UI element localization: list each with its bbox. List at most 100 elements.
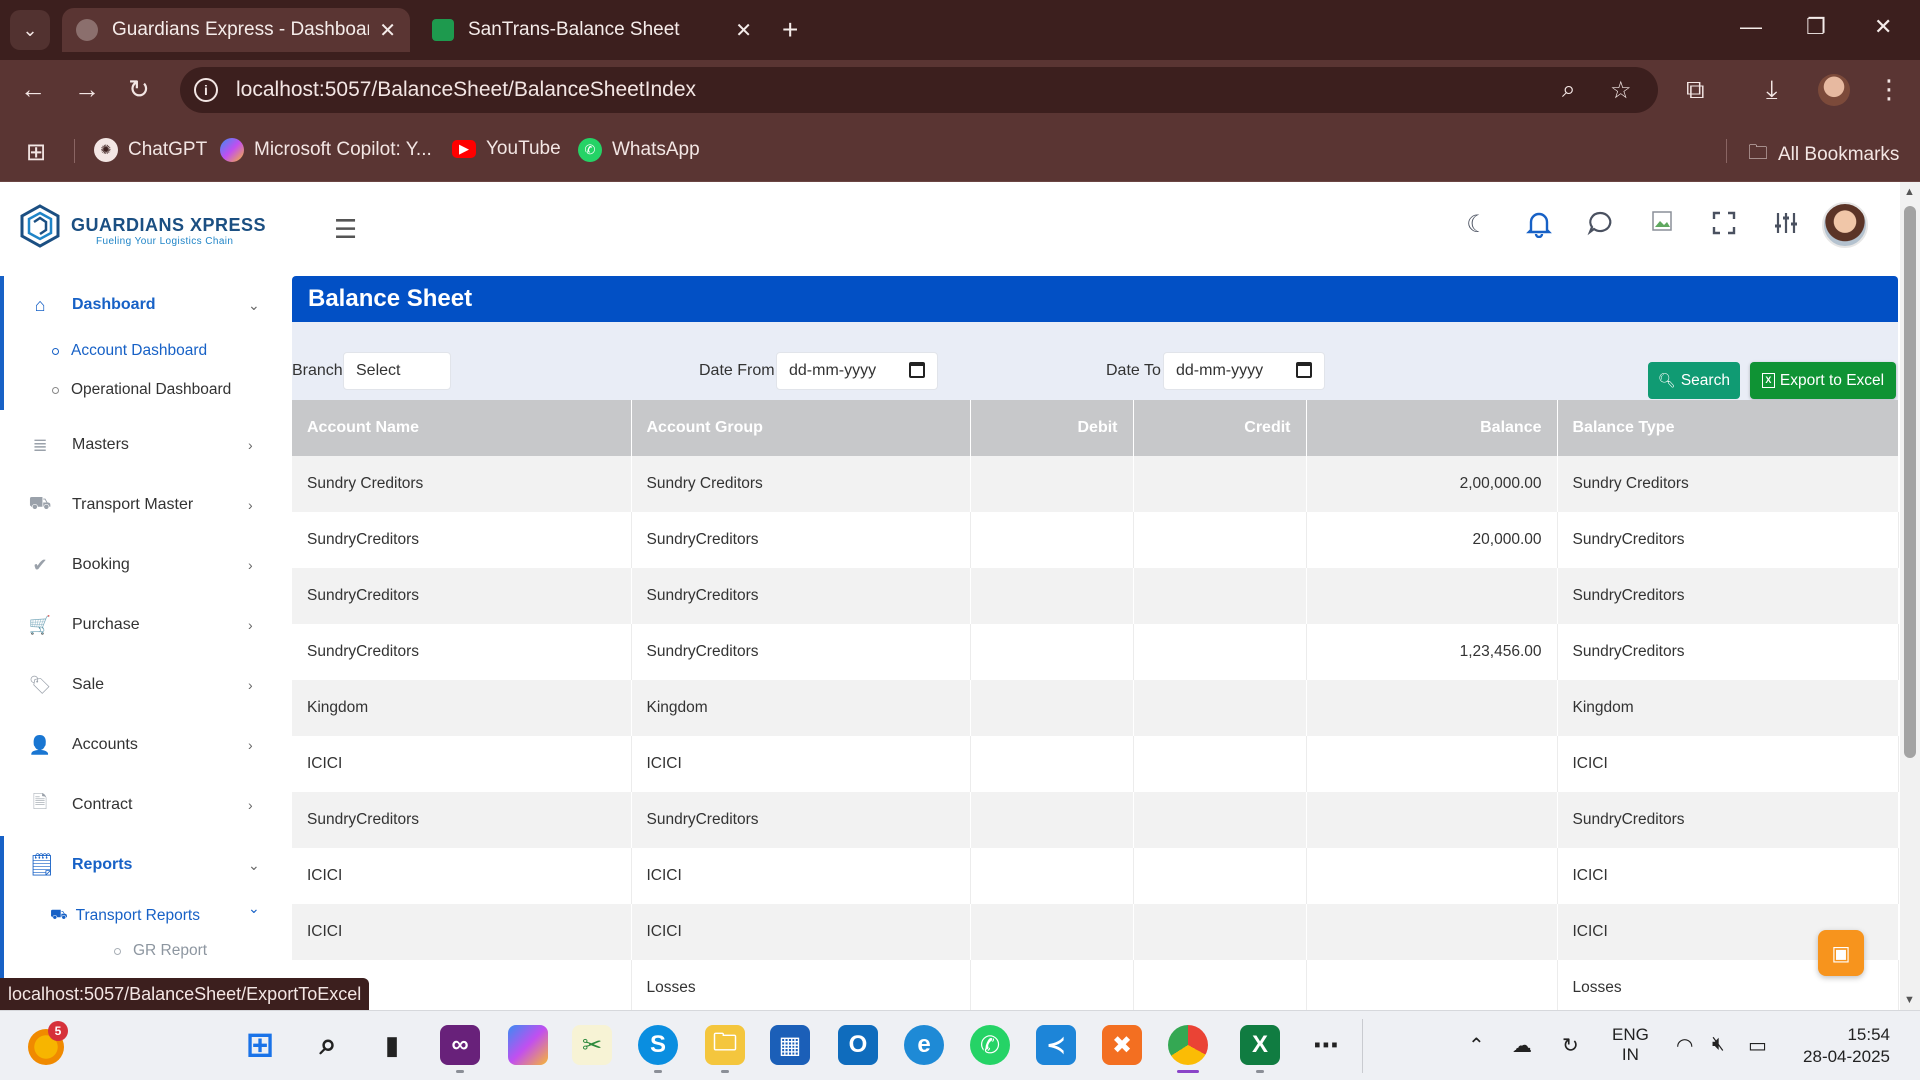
sidebar-sub-operational-dashboard[interactable]: Operational Dashboard xyxy=(52,381,231,399)
table-row[interactable]: SundryCreditors SundryCreditors 20,000.00 S… xyxy=(292,512,1899,568)
vscode-icon[interactable]: ≺ xyxy=(1036,1025,1076,1065)
scroll-up-arrow-icon[interactable]: ▲ xyxy=(1904,186,1915,198)
search-button[interactable]: 🔍︎ Search xyxy=(1648,362,1740,399)
user-avatar[interactable] xyxy=(1822,202,1868,248)
outlook-icon[interactable]: O xyxy=(838,1025,878,1065)
address-bar[interactable]: i localhost:5057/BalanceSheet/BalanceShe… xyxy=(180,67,1658,113)
tab-santrans-balance-sheet[interactable]: SanTrans-Balance Sheet ✕ xyxy=(418,8,766,52)
sidebar-item-reports[interactable]: 🗒 Reports ⌄ xyxy=(0,845,292,885)
sidebar-sub-account-dashboard[interactable]: Account Dashboard xyxy=(52,342,207,360)
date-to-input[interactable]: dd-mm-yyyy xyxy=(1163,352,1325,390)
snipping-tool-icon[interactable]: ✂ xyxy=(572,1025,612,1065)
sidebar-item-contract[interactable]: 🗎 Contract › xyxy=(0,785,292,825)
calendar-icon[interactable] xyxy=(1296,362,1312,378)
tab-title: SanTrans-Balance Sheet xyxy=(468,19,680,40)
clock-time[interactable]: 15:54 xyxy=(1786,1025,1890,1045)
broken-image-icon[interactable] xyxy=(1647,210,1677,240)
zoom-icon[interactable]: ⌕ xyxy=(1562,76,1575,104)
site-info-icon[interactable]: i xyxy=(194,78,218,102)
sidebar-item-booking[interactable]: ✔ Booking › xyxy=(0,545,292,585)
bookmark-youtube[interactable]: ▶ YouTube xyxy=(452,138,561,160)
notification-bell-icon[interactable] xyxy=(1524,210,1554,240)
page-scrollbar[interactable]: ▲ ▼ xyxy=(1900,182,1920,1010)
wifi-icon[interactable]: ◠ xyxy=(1676,1033,1693,1058)
skype-icon[interactable]: S xyxy=(638,1025,678,1065)
export-to-excel-button[interactable]: X Export to Excel xyxy=(1750,362,1896,399)
bookmark-whatsapp[interactable]: ✆ WhatsApp xyxy=(578,138,700,162)
tab-guardians-dashboard[interactable]: Guardians Express - Dashboard ✕ xyxy=(62,8,410,52)
sync-icon[interactable]: ↻ xyxy=(1562,1033,1579,1058)
tab-search-button[interactable]: ⌄ xyxy=(10,10,50,50)
language-indicator[interactable]: ENG IN xyxy=(1612,1025,1649,1065)
more-menu-icon[interactable]: ⋮ xyxy=(1876,74,1902,105)
restore-icon[interactable]: ❐ xyxy=(1806,14,1826,40)
chevron-up-icon[interactable]: ⌃ xyxy=(1468,1033,1485,1058)
search-icon[interactable]: ⌕ xyxy=(308,1025,348,1065)
address-url[interactable]: localhost:5057/BalanceSheet/BalanceSheet… xyxy=(236,78,696,102)
back-icon[interactable]: ← xyxy=(20,74,46,105)
dark-mode-moon-icon[interactable]: ☾ xyxy=(1462,210,1492,240)
bookmark-chatgpt[interactable]: ✺ ChatGPT xyxy=(94,138,207,162)
menu-toggle-icon[interactable]: ☰ xyxy=(334,214,357,245)
sidebar-item-accounts[interactable]: 👤 Accounts › xyxy=(0,725,292,765)
visual-studio-icon[interactable]: ∞ xyxy=(440,1025,480,1065)
sidebar-sub-gr-report[interactable]: GR Report xyxy=(114,942,207,960)
new-tab-button[interactable]: + xyxy=(782,14,798,46)
table-row[interactable]: SundryCreditors SundryCreditors SundryCred… xyxy=(292,568,1899,624)
download-icon[interactable]: ⤓ xyxy=(1766,74,1778,106)
sidebar-item-masters[interactable]: ≣ Masters › xyxy=(0,425,292,465)
all-bookmarks-button[interactable]: 🗀 All Bookmarks xyxy=(1748,138,1899,172)
sidebar-item-purchase[interactable]: 🛒 Purchase › xyxy=(0,605,292,645)
microsoft-store-icon[interactable]: ▦ xyxy=(770,1025,810,1065)
excel-icon[interactable]: X xyxy=(1240,1025,1280,1065)
table-cell: ICICI xyxy=(292,904,632,960)
battery-icon[interactable]: ▭ xyxy=(1748,1033,1767,1058)
guardians-logo-icon[interactable] xyxy=(20,204,60,248)
task-view-icon[interactable]: ▮ xyxy=(372,1025,412,1065)
sidebar-item-transport-master[interactable]: ⛟ Transport Master › xyxy=(0,485,292,525)
fullscreen-icon[interactable] xyxy=(1709,210,1739,240)
speaker-muted-icon[interactable]: 🔇︎ xyxy=(1712,1033,1725,1056)
calendar-icon[interactable] xyxy=(909,362,925,378)
whatsapp-icon[interactable]: ✆ xyxy=(970,1025,1010,1065)
chat-bubble-icon[interactable] xyxy=(1585,210,1615,240)
settings-sliders-icon[interactable] xyxy=(1771,210,1801,240)
cloud-sync-icon[interactable]: ☁ xyxy=(1512,1033,1532,1058)
table-row[interactable]: Kingdom Kingdom Kingdom xyxy=(292,680,1899,736)
sidebar-sub-transport-reports[interactable]: ⛟ Transport Reports xyxy=(50,906,200,925)
table-row[interactable]: ICICI ICICI ICICI xyxy=(292,736,1899,792)
apps-grid-icon[interactable]: ⊞ xyxy=(26,138,46,167)
chrome-icon[interactable] xyxy=(1168,1025,1208,1065)
profile-avatar[interactable] xyxy=(1818,74,1850,106)
file-explorer-icon[interactable]: 🗀 xyxy=(705,1025,745,1065)
extensions-icon[interactable]: ⧉ xyxy=(1686,74,1705,106)
edge-icon[interactable]: e xyxy=(904,1025,944,1065)
xampp-icon[interactable]: ✖ xyxy=(1102,1025,1142,1065)
scroll-down-arrow-icon[interactable]: ▼ xyxy=(1904,994,1915,1006)
branch-select[interactable]: Select xyxy=(343,352,451,390)
table-row[interactable]: Sundry Creditors Sundry Creditors 2,00,000… xyxy=(292,456,1899,512)
bookmark-copilot[interactable]: Microsoft Copilot: Y... xyxy=(220,138,432,162)
windows-start-icon[interactable]: ⊞ xyxy=(240,1025,280,1065)
table-row[interactable]: SundryCreditors SundryCreditors SundryCred… xyxy=(292,792,1899,848)
sidebar-item-dashboard[interactable]: ⌂ Dashboard ⌄ xyxy=(0,285,292,325)
minimize-icon[interactable]: — xyxy=(1740,14,1762,40)
chat-widget-button[interactable]: ▣ xyxy=(1818,930,1864,976)
table-cell: SundryCreditors xyxy=(631,568,971,624)
scrollbar-thumb[interactable] xyxy=(1904,206,1916,758)
more-apps-icon[interactable]: ⋯ xyxy=(1306,1025,1346,1065)
table-row[interactable]: Losses Losses xyxy=(292,960,1899,1016)
clock-date[interactable]: 28-04-2025 xyxy=(1786,1047,1890,1067)
close-icon[interactable]: ✕ xyxy=(735,18,752,43)
window-close-icon[interactable]: ✕ xyxy=(1874,14,1892,40)
forward-icon[interactable]: → xyxy=(74,74,100,105)
reload-icon[interactable]: ↻ xyxy=(128,74,150,105)
copilot-icon[interactable] xyxy=(508,1025,548,1065)
table-row[interactable]: SundryCreditors SundryCreditors 1,23,456.0… xyxy=(292,624,1899,680)
bookmark-star-icon[interactable]: ☆ xyxy=(1610,76,1632,105)
sidebar-item-sale[interactable]: 🏷 Sale › xyxy=(0,665,292,705)
close-icon[interactable]: ✕ xyxy=(379,18,396,43)
date-from-input[interactable]: dd-mm-yyyy xyxy=(776,352,938,390)
table-row[interactable]: ICICI ICICI ICICI xyxy=(292,904,1899,960)
table-row[interactable]: ICICI ICICI ICICI xyxy=(292,848,1899,904)
